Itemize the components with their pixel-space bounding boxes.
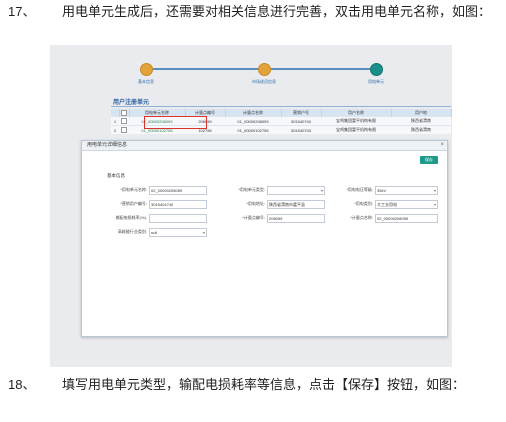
close-icon[interactable]: × [440, 141, 444, 150]
field-label: *用电单元名称: [120, 187, 147, 192]
progress-label: 基本信息 [138, 79, 154, 84]
unit-type-select[interactable]: ▾ [267, 186, 325, 195]
column-header [111, 109, 120, 117]
progress-label: 用电单元 [368, 79, 384, 84]
column-header[interactable]: 用户名称 [321, 109, 392, 117]
select-value: 大工业用电 [377, 202, 397, 207]
row-checkbox[interactable] [121, 118, 127, 124]
meter-name-input[interactable]: 02_00000208059 [375, 214, 438, 223]
progress-step-market[interactable] [258, 63, 271, 76]
progress-step-unit[interactable] [370, 63, 383, 76]
row-checkbox-cell [119, 125, 129, 134]
column-header[interactable]: 营销户号 [281, 109, 322, 117]
dialog-title: 用电单元详细信息 [87, 142, 128, 148]
table-cell: 宝鸡集团富平机构有限 [321, 125, 391, 134]
select-all-checkbox[interactable] [121, 109, 127, 116]
column-header[interactable]: 用户地 [391, 109, 452, 117]
industry-select[interactable]: null ▾ [149, 228, 207, 237]
section-title: 基本信息 [107, 173, 125, 178]
table-cell: 01_00000208059 [225, 116, 281, 126]
column-header [119, 109, 130, 117]
table-cell: 01_00000102755 [225, 125, 281, 134]
select-value: null [151, 230, 158, 235]
select-value: 35kV [377, 188, 387, 193]
meter-no-input[interactable]: 208059 [267, 214, 325, 223]
table-cell: 301540740 [281, 116, 321, 126]
chevron-down-icon: ▾ [433, 202, 436, 207]
chevron-down-icon: ▾ [433, 188, 436, 193]
panel-title: 用户注册单元 [113, 100, 150, 106]
field-label: *计量点编号: [242, 215, 265, 220]
progress-label: 市场成员信息 [252, 79, 276, 84]
table-cell: 陕西省渭南 [391, 116, 451, 126]
step-instruction: 用电单元生成后，还需要对相关信息进行完善，双击用电单元名称，如图： [62, 4, 492, 19]
table-cell: 宝鸡集团富平机构有限 [321, 116, 391, 126]
field-label: *计量点名称: [350, 215, 373, 220]
step-number: 17、 [8, 4, 36, 19]
unit-name-input[interactable]: 02_00000208059 [149, 186, 207, 195]
save-button[interactable]: 保存 [420, 156, 438, 164]
row-index: 1 [111, 116, 119, 126]
usage-select[interactable]: 大工业用电 ▾ [375, 200, 438, 209]
row-checkbox-cell [119, 116, 129, 126]
field-label: 高耗能行业类别: [117, 229, 147, 234]
divider [111, 106, 451, 107]
dialog-header: 用电单元详细信息 × [82, 141, 447, 151]
account-input[interactable]: 3015404740 [149, 200, 207, 209]
field-label: *用电地址: [246, 201, 265, 206]
chevron-down-icon: ▾ [202, 230, 205, 235]
field-label: 输配电损耗率(%): [115, 215, 147, 220]
field-label: *用电类别: [354, 201, 373, 206]
table-cell: 301540740 [281, 125, 321, 134]
address-input[interactable]: 陕西省渭南市富平县 [267, 200, 325, 209]
step-instruction: 填写用电单元类型，输配电损耗率等信息，点击【保存】按钮，如图： [62, 377, 466, 392]
field-label: *用电单元类型: [238, 187, 265, 192]
unit-detail-dialog: 用电单元详细信息 × 保存 基本信息 *用电单元名称: 02_000002080… [81, 140, 448, 337]
progress-step-basic[interactable] [140, 63, 153, 76]
row-index: 2 [111, 125, 119, 134]
highlight-box [144, 116, 207, 129]
row-checkbox[interactable] [121, 127, 127, 133]
table-cell: 陕西省渭南 [391, 125, 451, 134]
field-label: *用电电压等级: [346, 187, 373, 192]
embedded-screenshot: 基本信息 市场成员信息 用电单元 用户注册单元 用电单元名称 计量点编号 计量点… [50, 45, 452, 367]
step-number: 18、 [8, 377, 36, 392]
loss-rate-input[interactable] [149, 214, 207, 223]
column-header[interactable]: 计量点名称 [225, 109, 282, 117]
field-label: *营销用户编号: [120, 201, 147, 206]
voltage-select[interactable]: 35kV ▾ [375, 186, 438, 195]
